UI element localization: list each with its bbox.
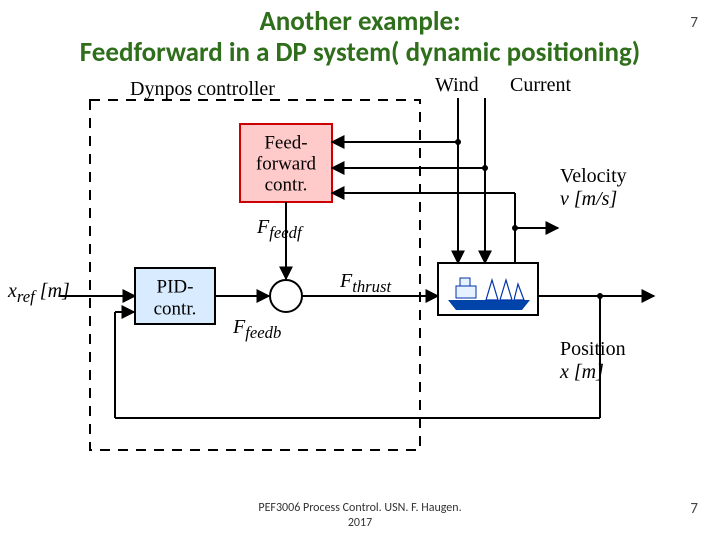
block-diagram: Dynpos controller xref [m] Ffeedf Ffeedb… — [60, 88, 660, 468]
current-path — [332, 98, 488, 263]
f-thrust-label: Fthrust — [340, 270, 391, 296]
summing-junction — [270, 280, 302, 312]
title-line2: Feedforward in a DP system( dynamic posi… — [80, 36, 640, 69]
velocity-path — [332, 193, 558, 263]
pid-text-2: contr. — [154, 298, 197, 319]
xref-label: xref [m] — [8, 280, 70, 306]
f-feedb-label: Ffeedb — [233, 316, 281, 342]
title-line1: Another example: — [259, 5, 460, 38]
velocity-label-line2: v [m/s] — [560, 188, 617, 210]
f-feedf-label: Ffeedf — [257, 216, 302, 242]
page-number-top: 7 — [690, 14, 698, 32]
slide-title: Another example: Feedforward in a DP sys… — [0, 6, 720, 68]
dynpos-label: Dynpos controller — [130, 78, 275, 100]
pid-text-1: PID- — [157, 276, 194, 297]
wind-label: Wind — [435, 74, 479, 96]
wind-path — [332, 98, 461, 263]
footer-line2: 2017 — [348, 516, 372, 530]
position-label-line2: x [m] — [560, 361, 604, 383]
current-label: Current — [510, 74, 571, 96]
velocity-label-line1: Velocity — [560, 165, 627, 187]
ff-text-1: Feed- — [264, 132, 307, 153]
footer-line1: PEF3006 Process Control. USN. F. Haugen. — [258, 501, 461, 515]
position-label-line1: Position — [560, 338, 626, 360]
ff-text-2: forward — [256, 153, 317, 174]
ff-text-3: contr. — [265, 174, 308, 195]
slide-footer: PEF3006 Process Control. USN. F. Haugen.… — [0, 501, 720, 530]
